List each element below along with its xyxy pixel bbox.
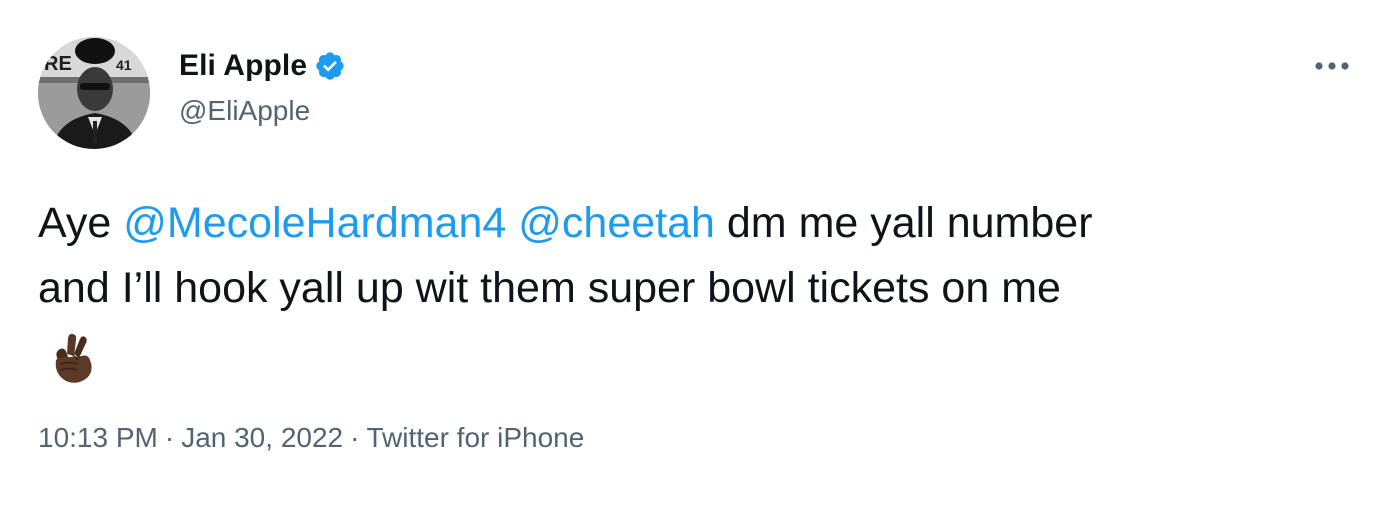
author-display-name[interactable]: Eli Apple	[179, 49, 307, 83]
tweet-time[interactable]: 10:13 PM	[38, 422, 158, 453]
name-row: Eli Apple	[179, 46, 346, 86]
svg-text:41: 41	[116, 57, 132, 73]
mention-link-1[interactable]: @MecoleHardman4	[123, 199, 506, 247]
svg-text:RE: RE	[44, 53, 72, 75]
crossed-fingers-emoji-icon	[44, 330, 102, 388]
more-button[interactable]	[1310, 48, 1354, 84]
tweet-card: RE 41 Eli Apple @EliApple Aye @MecoleHar…	[0, 0, 1394, 514]
tweet-meta: 10:13 PM · Jan 30, 2022 · Twitter for iPhone	[38, 422, 584, 454]
meta-separator-2: ·	[350, 422, 360, 453]
meta-separator-1: ·	[164, 422, 175, 453]
tweet-text-line-2: and I’ll hook yall up wit them super bow…	[38, 264, 1061, 312]
more-horizontal-icon	[1315, 62, 1349, 70]
tweet-text-prefix: Aye	[38, 199, 124, 247]
avatar-photo: RE 41	[38, 37, 150, 149]
tweet-text-space	[506, 199, 518, 247]
tweet-date[interactable]: Jan 30, 2022	[181, 422, 343, 453]
tweet-text-line1-rest: dm me yall number	[714, 199, 1093, 247]
author-avatar[interactable]: RE 41	[38, 37, 150, 149]
tweet-text-line-1: Aye @MecoleHardman4 @cheetah dm me yall …	[38, 191, 1358, 256]
verified-badge-icon	[314, 50, 346, 82]
author-handle[interactable]: @EliApple	[179, 95, 310, 127]
mention-link-2[interactable]: @cheetah	[518, 199, 715, 247]
tweet-text: Aye @MecoleHardman4 @cheetah dm me yall …	[38, 191, 1358, 321]
tweet-source[interactable]: Twitter for iPhone	[366, 422, 584, 453]
